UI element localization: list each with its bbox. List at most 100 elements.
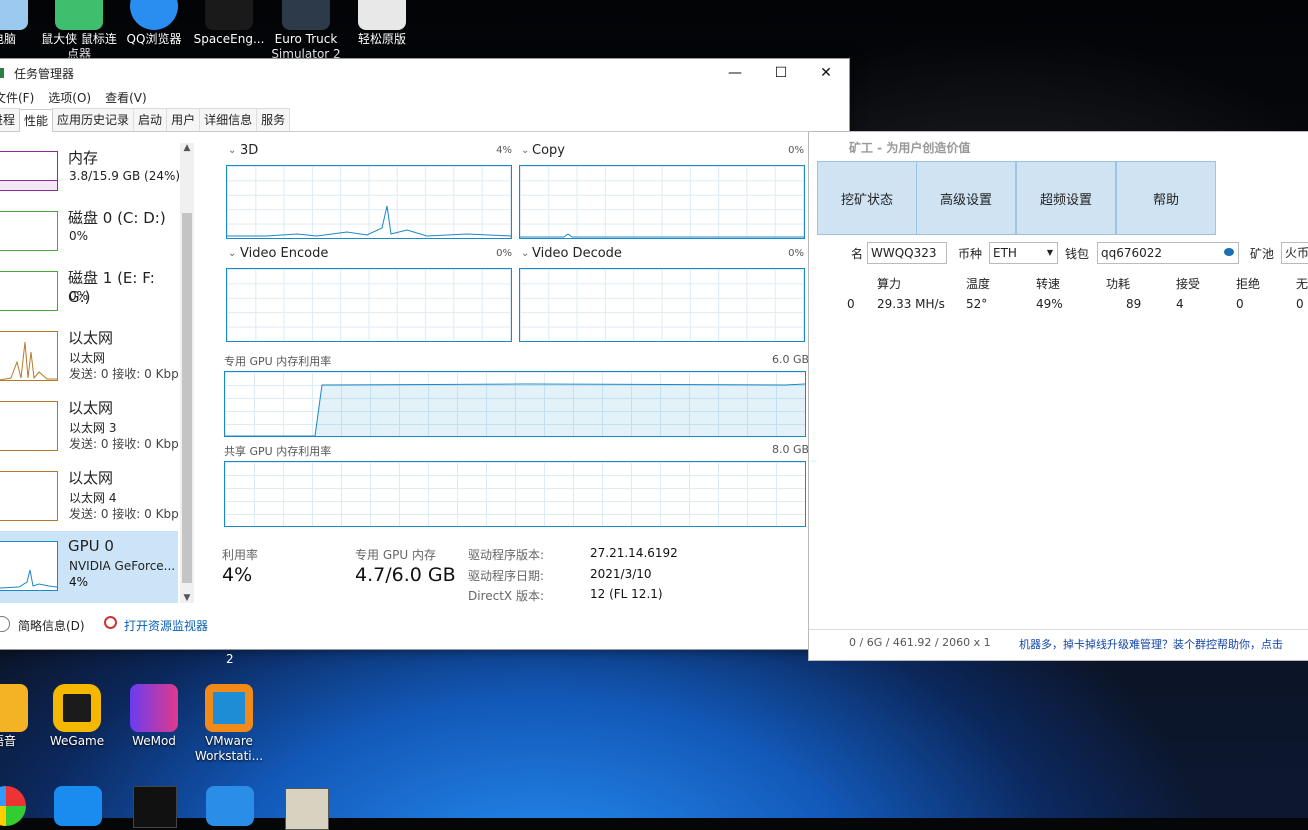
desktop-icon-euro-truck[interactable]: Euro Truck Simulator 2 — [267, 0, 345, 62]
desktop-icon-vmware[interactable]: VMware Workstati... — [190, 684, 268, 764]
sidebar-item-ethernet[interactable]: 以太网 以太网 发送: 0 接收: 0 Kbps — [0, 323, 179, 389]
miner-window: 矿工 - 为用户创造价值 挖矿状态 高级设置 超频设置 帮助 名 WWQQ323… — [808, 131, 1308, 661]
tab-details[interactable]: 详细信息 — [199, 108, 258, 131]
collapse-icon[interactable] — [0, 616, 10, 632]
desktop-icon-partial-4[interactable] — [285, 788, 329, 830]
tab-processes[interactable]: 进程 — [0, 108, 21, 131]
sidebar-item-disk0[interactable]: 磁盘 0 (C: D:) 0% — [0, 203, 178, 269]
sidebar-item-memory[interactable]: 内存 3.8/15.9 GB (24%) — [0, 143, 179, 209]
dedicated-memory-stat-label: 专用 GPU 内存 — [355, 548, 436, 562]
menu-bar: 文件(F) 选项(O) 查看(V) — [0, 87, 849, 107]
graph-pct-copy: 0% — [788, 145, 804, 156]
open-resource-monitor-link[interactable]: 打开资源监视器 — [124, 617, 208, 634]
graph-label-3d[interactable]: 3D — [240, 143, 258, 158]
graph-video-decode — [519, 268, 805, 342]
collapse-chevron-icon[interactable]: ⌄ — [228, 145, 236, 156]
status-ad-link[interactable]: 机器多，掉卡掉线升级难管理？装个群控帮助你，点击 — [1019, 636, 1283, 652]
eye-icon[interactable] — [1224, 248, 1234, 256]
sidebar-item-title: 以太网 — [68, 329, 114, 347]
minimize-button[interactable]: — — [712, 59, 758, 87]
col-hashrate: 算力 — [877, 277, 902, 291]
wallet-field[interactable]: qq676022 — [1097, 242, 1239, 264]
miner-title: 矿工 - 为用户创造价值 — [849, 141, 971, 155]
tab-startup[interactable]: 启动 — [133, 108, 168, 131]
desktop-icon-qq-browser[interactable]: QQ浏览器 — [115, 0, 193, 47]
desktop-icon-spaceengine[interactable]: SpaceEng... — [190, 0, 268, 47]
sidebar-item-ethernet3[interactable]: 以太网 以太网 3 发送: 0 接收: 0 Kbps — [0, 393, 179, 459]
sidebar-item-disk1[interactable]: 磁盘 1 (E: F: G:) 0% — [0, 263, 178, 329]
graph-label-decode[interactable]: Video Decode — [532, 246, 622, 261]
scroll-down-arrow[interactable]: ▼ — [180, 593, 194, 603]
tab-performance[interactable]: 性能 — [19, 109, 54, 132]
menu-view[interactable]: 查看(V) — [105, 89, 147, 106]
graph-label-copy[interactable]: Copy — [532, 143, 565, 158]
task-manager-window: 任务管理器 — ☐ ✕ 文件(F) 选项(O) 查看(V) 进程 性能 应用历史… — [0, 58, 850, 650]
wallet-label: 钱包 — [1065, 247, 1090, 261]
maximize-button[interactable]: ☐ — [758, 59, 804, 87]
desktop-icon-label: 轻松原版 — [357, 32, 406, 46]
sidebar-scrollbar[interactable]: ▲ ▼ — [180, 143, 194, 603]
sidebar-item-gpu0[interactable]: GPU 0 NVIDIA GeForce... 4% — [0, 531, 178, 603]
coin-select[interactable]: ETH ▼ — [989, 242, 1058, 264]
col-temperature: 温度 — [966, 277, 991, 291]
collapse-chevron-icon[interactable]: ⌄ — [228, 248, 236, 259]
scroll-up-arrow[interactable]: ▲ — [180, 143, 194, 153]
euro-truck-icon — [282, 0, 330, 30]
desktop-icon-partial-epic[interactable] — [133, 786, 177, 828]
titlebar[interactable]: 任务管理器 — ☐ ✕ — [0, 59, 849, 87]
miner-status-bar: 0 / 6G / 461.92 / 2060 x 1 机器多，掉卡掉线升级难管理… — [809, 629, 1308, 656]
qingsong-icon — [358, 0, 406, 30]
collapse-chevron-icon[interactable]: ⌄ — [521, 145, 529, 156]
cell-rejected: 0 — [1236, 297, 1244, 311]
col-invalid: 无 — [1296, 277, 1308, 291]
tab-app-history[interactable]: 应用历史记录 — [52, 108, 135, 131]
brief-info-button[interactable]: 简略信息(D) — [18, 617, 85, 634]
menu-file[interactable]: 文件(F) — [0, 89, 34, 106]
app-icon — [0, 68, 4, 78]
graph-label-encode[interactable]: Video Encode — [240, 246, 328, 261]
sidebar-item-title: 磁盘 0 (C: D:) — [68, 209, 166, 227]
help-button[interactable]: 帮助 — [1116, 161, 1216, 235]
gpu-thumbnail — [0, 541, 58, 591]
graph-video-encode — [226, 268, 512, 342]
pool-field[interactable]: 火币 — [1281, 242, 1308, 264]
overclock-settings-label: 超频设置 — [1039, 192, 1092, 208]
menu-options[interactable]: 选项(O) — [48, 89, 91, 106]
desktop-icon-label: VMware Workstati... — [194, 734, 264, 763]
name-field[interactable]: WWQQ323 — [867, 242, 947, 264]
tab-users[interactable]: 用户 — [166, 108, 201, 131]
sidebar-item-title: 内存 — [68, 149, 99, 167]
close-button[interactable]: ✕ — [803, 59, 849, 87]
driver-date-label: 驱动程序日期: — [468, 569, 545, 583]
sidebar-item-detail: 3.8/15.9 GB (24%) — [69, 169, 179, 183]
desktop-icon-partial-3[interactable] — [206, 786, 254, 826]
name-label: 名 — [851, 247, 864, 261]
driver-version-value: 27.21.14.6192 — [590, 546, 678, 560]
advanced-settings-button[interactable]: 高级设置 — [916, 161, 1016, 235]
desktop-icon-label: 语音 — [0, 734, 16, 748]
overclock-settings-button[interactable]: 超频设置 — [1016, 161, 1116, 235]
desktop-icon-partial-2[interactable] — [54, 786, 102, 826]
tab-strip: 进程 性能 应用历史记录 启动 用户 详细信息 服务 — [0, 107, 849, 132]
disk0-thumbnail — [0, 211, 58, 251]
collapse-chevron-icon[interactable]: ⌄ — [521, 248, 529, 259]
tab-services[interactable]: 服务 — [256, 108, 291, 131]
desktop-icon-wemod[interactable]: WeMod — [115, 684, 193, 749]
mining-status-button[interactable]: 挖矿状态 — [817, 161, 917, 235]
directx-value: 12 (FL 12.1) — [590, 587, 663, 601]
graph-pct-decode: 0% — [788, 248, 804, 259]
sidebar-item-ethernet4[interactable]: 以太网 以太网 4 发送: 0 接收: 0 Kbps — [0, 463, 179, 529]
cell-accepted: 4 — [1176, 297, 1184, 311]
cell-fan-speed: 49% — [1036, 297, 1063, 311]
desktop-icon-mouse-clicker[interactable]: 鼠大侠 鼠标连点器 — [40, 0, 118, 62]
desktop-icon-qingsong[interactable]: 轻松原版 — [343, 0, 421, 47]
scroll-thumb[interactable] — [182, 213, 192, 583]
desktop-icon-wegame[interactable]: WeGame — [38, 684, 116, 749]
sidebar-item-detail: 0% — [69, 289, 89, 303]
desktop-icon-computer[interactable]: 电脑 — [0, 0, 43, 47]
sidebar-item-detail: 以太网 — [69, 351, 106, 365]
desktop-icon-label: QQ浏览器 — [126, 32, 182, 46]
cell-invalid: 0 — [1296, 297, 1304, 311]
desktop-icon-voice[interactable]: 语音 — [0, 684, 43, 749]
wegame-icon — [53, 684, 101, 732]
